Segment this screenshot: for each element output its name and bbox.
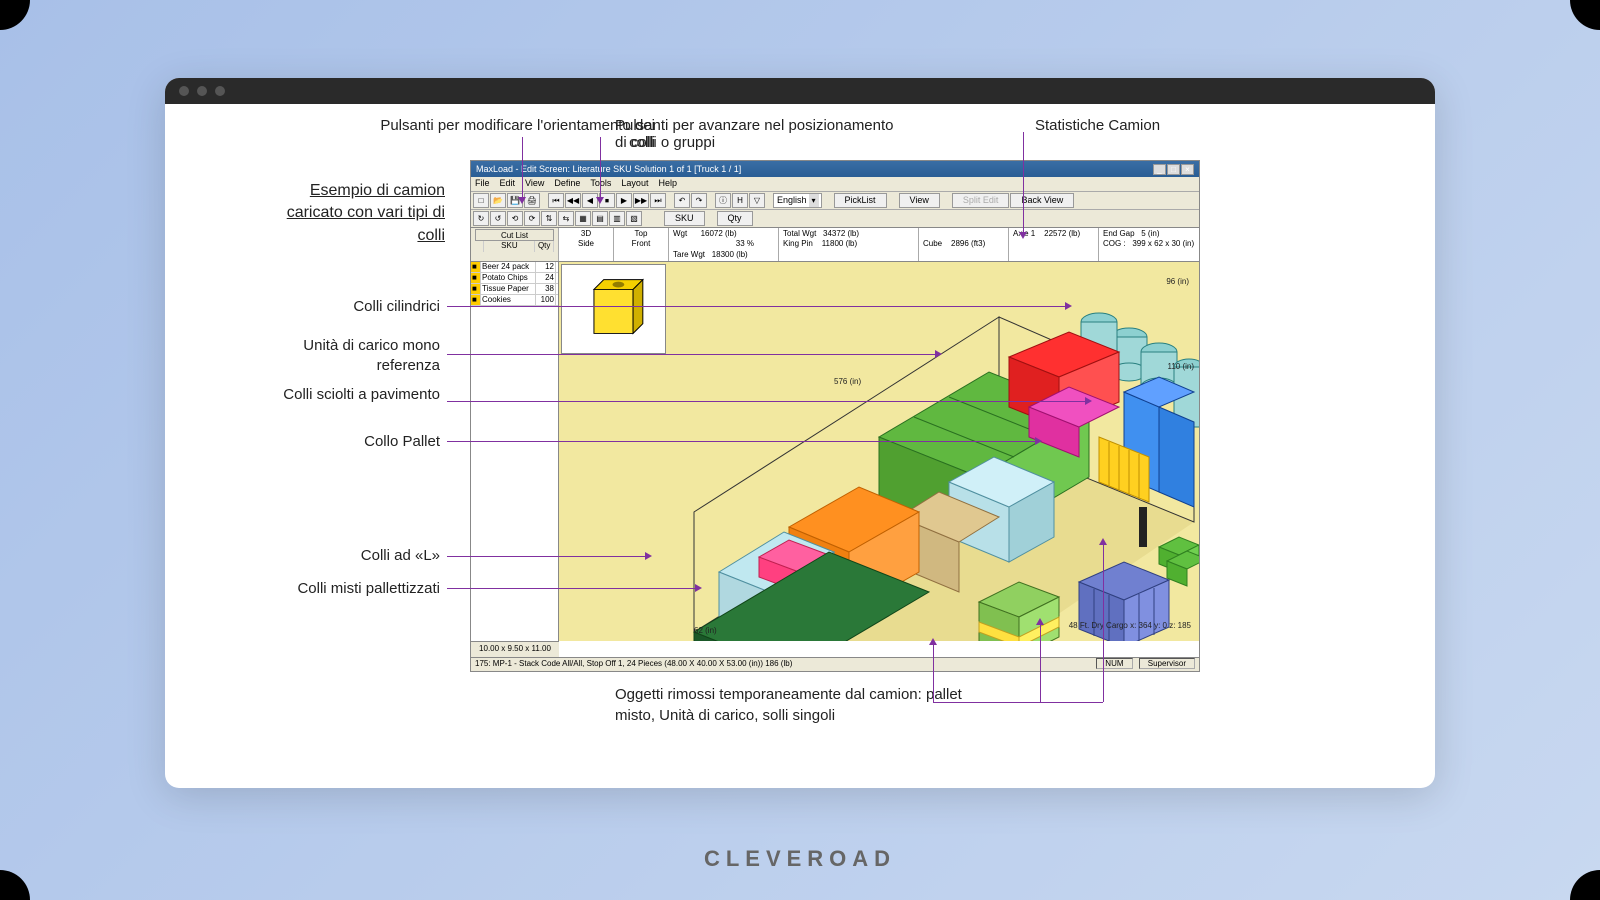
toolbar-1: □ 📂 💾 🖨 ⏮ ◀◀ ◀ ⏹ ▶ ▶▶ ⏭ ↶ ↷ ⓘ H ▽ <box>471 192 1199 210</box>
annot-stats: Statistiche Camion <box>1035 117 1160 134</box>
annot-mono: Unità di carico mono referenza <box>280 336 440 375</box>
toolbar-2: ↻ ↺ ⟲ ⟳ ⇅ ⇆ ▦ ▤ ▥ ▧ SKU Qty <box>471 210 1199 228</box>
cutlist-header: Cut List <box>475 229 554 241</box>
annot-cylindrical: Colli cilindrici <box>280 298 440 315</box>
max-dot[interactable] <box>215 86 225 96</box>
annot-advance: Pulsanti per avanzare nel posizionamento… <box>615 117 895 151</box>
view-side[interactable]: Side <box>563 239 609 249</box>
annot-removed: Oggetti rimossi temporaneamente dal cami… <box>615 684 975 726</box>
cutlist-panel: ■Beer 24 pack12 ■Potato Chips24 ■Tissue … <box>471 262 559 641</box>
view-button[interactable]: View <box>899 193 940 208</box>
grid-1-icon[interactable]: ▦ <box>575 211 591 226</box>
menu-layout[interactable]: Layout <box>621 178 648 190</box>
rotate-3-icon[interactable]: ⟲ <box>507 211 523 226</box>
open-icon[interactable]: 📂 <box>490 193 506 208</box>
menu-define[interactable]: Define <box>554 178 580 190</box>
app-title-text: MaxLoad - Edit Screen: Literature SKU So… <box>476 164 741 174</box>
rotate-4-icon[interactable]: ⟳ <box>524 211 540 226</box>
cutlist-row[interactable]: ■Beer 24 pack12 <box>471 262 558 273</box>
brand-logo: CLEVEROAD <box>704 846 896 872</box>
annot-title: Esempio di camion caricato con vari tipi… <box>280 180 445 247</box>
status-num: NUM <box>1096 658 1132 669</box>
content-area: Pulsanti per modificare l'orientamento d… <box>165 104 1435 788</box>
first-icon[interactable]: ⏮ <box>548 193 564 208</box>
rotate-1-icon[interactable]: ↻ <box>473 211 489 226</box>
annot-mixed: Colli misti pallettizzati <box>280 580 440 597</box>
browser-window: Pulsanti per modificare l'orientamento d… <box>165 78 1435 788</box>
annot-pallet: Collo Pallet <box>280 433 440 450</box>
language-dropdown[interactable]: English <box>773 193 822 208</box>
next-group-icon[interactable]: ▶▶ <box>633 193 649 208</box>
cutlist-row[interactable]: ■Tissue Paper38 <box>471 284 558 295</box>
new-icon[interactable]: □ <box>473 193 489 208</box>
cutlist-row[interactable]: ■Potato Chips24 <box>471 273 558 284</box>
maxload-app: MaxLoad - Edit Screen: Literature SKU So… <box>470 160 1200 672</box>
cargo-info: 48 Ft. Dry Cargo x: 364 y: 0 z: 185 <box>1069 621 1191 631</box>
grid-3-icon[interactable]: ▥ <box>609 211 625 226</box>
annot-lshape: Colli ad «L» <box>280 547 440 564</box>
dim-bot: 62 (in) <box>694 626 717 635</box>
info-icon[interactable]: ⓘ <box>715 193 731 208</box>
next-icon[interactable]: ▶ <box>616 193 632 208</box>
view-top[interactable]: Top <box>618 229 664 239</box>
menu-view[interactable]: View <box>525 178 544 190</box>
status-bar: 175: MP-1 - Stack Code All/All, Stop Off… <box>471 657 1199 671</box>
dim-length: 576 (in) <box>834 377 861 386</box>
stats-bar: Cut List SKU Qty 3D Side Top Front Wg <box>471 228 1199 262</box>
flip-2-icon[interactable]: ⇆ <box>558 211 574 226</box>
split-button[interactable]: Split Edit <box>952 193 1010 208</box>
dim-width: 110 (in) <box>1167 362 1194 371</box>
picklist-button[interactable]: PickList <box>834 193 887 208</box>
print-icon[interactable]: 🖨 <box>524 193 540 208</box>
close-button[interactable]: × <box>1181 164 1194 175</box>
dimension-readout: 10.00 x 9.50 x 11.00 <box>471 641 559 657</box>
rotate-2-icon[interactable]: ↺ <box>490 211 506 226</box>
prev-group-icon[interactable]: ◀◀ <box>565 193 581 208</box>
max-button[interactable]: □ <box>1167 164 1180 175</box>
min-button[interactable]: _ <box>1153 164 1166 175</box>
last-icon[interactable]: ⏭ <box>650 193 666 208</box>
flip-1-icon[interactable]: ⇅ <box>541 211 557 226</box>
close-dot[interactable] <box>179 86 189 96</box>
cutlist-row[interactable]: ■Cookies100 <box>471 295 558 306</box>
window-titlebar <box>165 78 1435 104</box>
redo-icon[interactable]: ↷ <box>691 193 707 208</box>
menu-bar: File Edit View Define Tools Layout Help <box>471 177 1199 192</box>
undo-icon[interactable]: ↶ <box>674 193 690 208</box>
app-titlebar: MaxLoad - Edit Screen: Literature SKU So… <box>471 161 1199 177</box>
grid-4-icon[interactable]: ▧ <box>626 211 642 226</box>
filter-icon[interactable]: ▽ <box>749 193 765 208</box>
annot-orient: Pulsanti per modificare l'orientamento d… <box>360 117 655 151</box>
dim-height: 96 (in) <box>1166 277 1189 286</box>
sku-button[interactable]: SKU <box>664 211 705 226</box>
h-icon[interactable]: H <box>732 193 748 208</box>
menu-file[interactable]: File <box>475 178 490 190</box>
grid-2-icon[interactable]: ▤ <box>592 211 608 226</box>
back-view-button[interactable]: Back View <box>1010 193 1074 208</box>
qty-button[interactable]: Qty <box>717 211 753 226</box>
annot-loose: Colli sciolti a pavimento <box>280 385 440 405</box>
min-dot[interactable] <box>197 86 207 96</box>
menu-edit[interactable]: Edit <box>500 178 516 190</box>
view-front[interactable]: Front <box>618 239 664 249</box>
view-3d[interactable]: 3D <box>563 229 609 239</box>
status-user: Supervisor <box>1139 658 1195 669</box>
menu-help[interactable]: Help <box>658 178 677 190</box>
status-text: 175: MP-1 - Stack Code All/All, Stop Off… <box>475 659 792 670</box>
